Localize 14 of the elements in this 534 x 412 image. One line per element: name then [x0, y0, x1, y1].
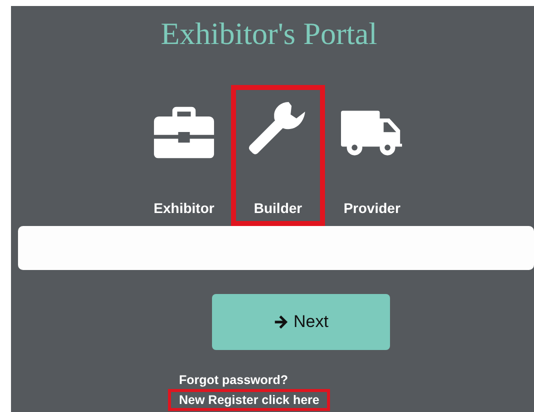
role-option[interactable]: Exhibitor: [137, 85, 231, 226]
role-label: Exhibitor: [154, 200, 214, 216]
role-label: Builder: [254, 200, 302, 216]
role-option[interactable]: Builder: [231, 85, 325, 226]
portal-title: Exhibitor's Portal: [160, 15, 378, 53]
text-link[interactable]: Forgot password?: [168, 369, 300, 391]
role-option[interactable]: Provider: [325, 85, 419, 226]
next-button[interactable]: Next: [212, 294, 390, 350]
text-link[interactable]: New Register click here: [168, 389, 330, 411]
role-label: Provider: [344, 200, 400, 216]
briefcase-icon: [153, 104, 215, 160]
input-field[interactable]: [18, 226, 534, 270]
arrow-right-icon: [274, 315, 288, 329]
truck-icon: [341, 110, 403, 158]
